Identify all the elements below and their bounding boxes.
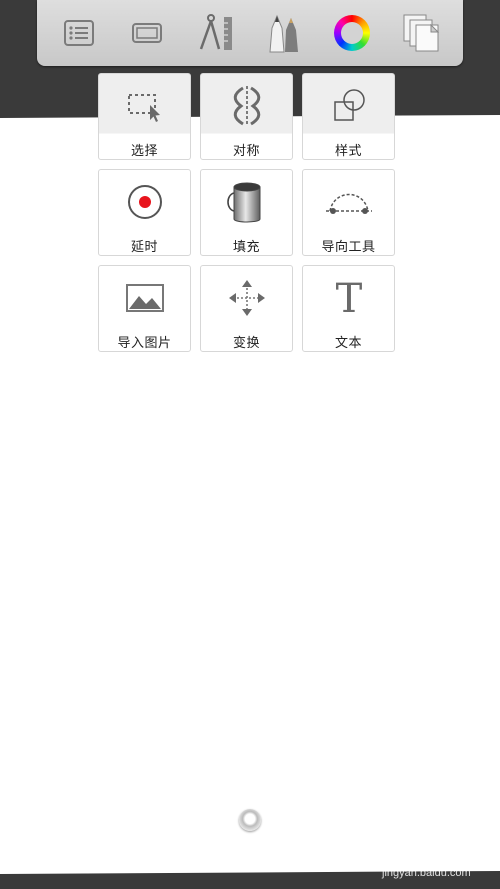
tool-label: 文本 bbox=[334, 336, 362, 351]
pencils-icon[interactable] bbox=[260, 9, 308, 57]
tool-style[interactable]: 样式 bbox=[302, 73, 395, 160]
tool-guides[interactable]: 导向工具 bbox=[302, 169, 395, 256]
canvas-frame-icon[interactable] bbox=[123, 9, 171, 57]
tool-symmetry[interactable]: 对称 bbox=[200, 73, 293, 160]
guide-curve-icon bbox=[303, 178, 394, 226]
tool-transform[interactable]: 变换 bbox=[200, 265, 293, 352]
color-wheel-icon[interactable] bbox=[328, 9, 376, 57]
watermark-brand: Bai经验 bbox=[372, 838, 456, 863]
tool-label: 导向工具 bbox=[321, 240, 376, 255]
tool-label: 导入图片 bbox=[117, 336, 172, 351]
tool-label: 填充 bbox=[232, 240, 260, 255]
compass-ruler-icon[interactable] bbox=[192, 9, 240, 57]
home-indicator[interactable] bbox=[239, 809, 261, 831]
svg-text:T: T bbox=[335, 276, 362, 320]
layers-list-icon[interactable] bbox=[55, 9, 103, 57]
image-import-icon bbox=[99, 274, 190, 322]
tool-select[interactable]: 选择 bbox=[98, 73, 191, 160]
watermark: Bai经验 jingyan.baidu.com bbox=[372, 833, 494, 883]
tool-timelapse[interactable]: 延时 bbox=[98, 169, 191, 256]
tool-label: 对称 bbox=[232, 144, 260, 159]
top-toolbar bbox=[37, 0, 463, 66]
transform-arrows-icon bbox=[201, 274, 292, 322]
tool-label: 变换 bbox=[232, 336, 260, 351]
style-shapes-icon bbox=[303, 82, 394, 130]
tool-label: 选择 bbox=[130, 144, 158, 159]
text-icon: T bbox=[303, 274, 394, 322]
copy-pages-icon[interactable] bbox=[397, 9, 445, 57]
watermark-url: jingyan.baidu.com bbox=[382, 867, 471, 879]
tool-fill[interactable]: 填充 bbox=[200, 169, 293, 256]
tool-label: 延时 bbox=[130, 240, 158, 255]
record-icon bbox=[99, 178, 190, 226]
tool-import-image[interactable]: 导入图片 bbox=[98, 265, 191, 352]
tool-label: 样式 bbox=[334, 144, 362, 159]
selection-icon bbox=[99, 82, 190, 130]
paint-bucket-icon bbox=[201, 178, 292, 226]
tool-text[interactable]: T 文本 bbox=[302, 265, 395, 352]
symmetry-icon bbox=[201, 82, 292, 130]
